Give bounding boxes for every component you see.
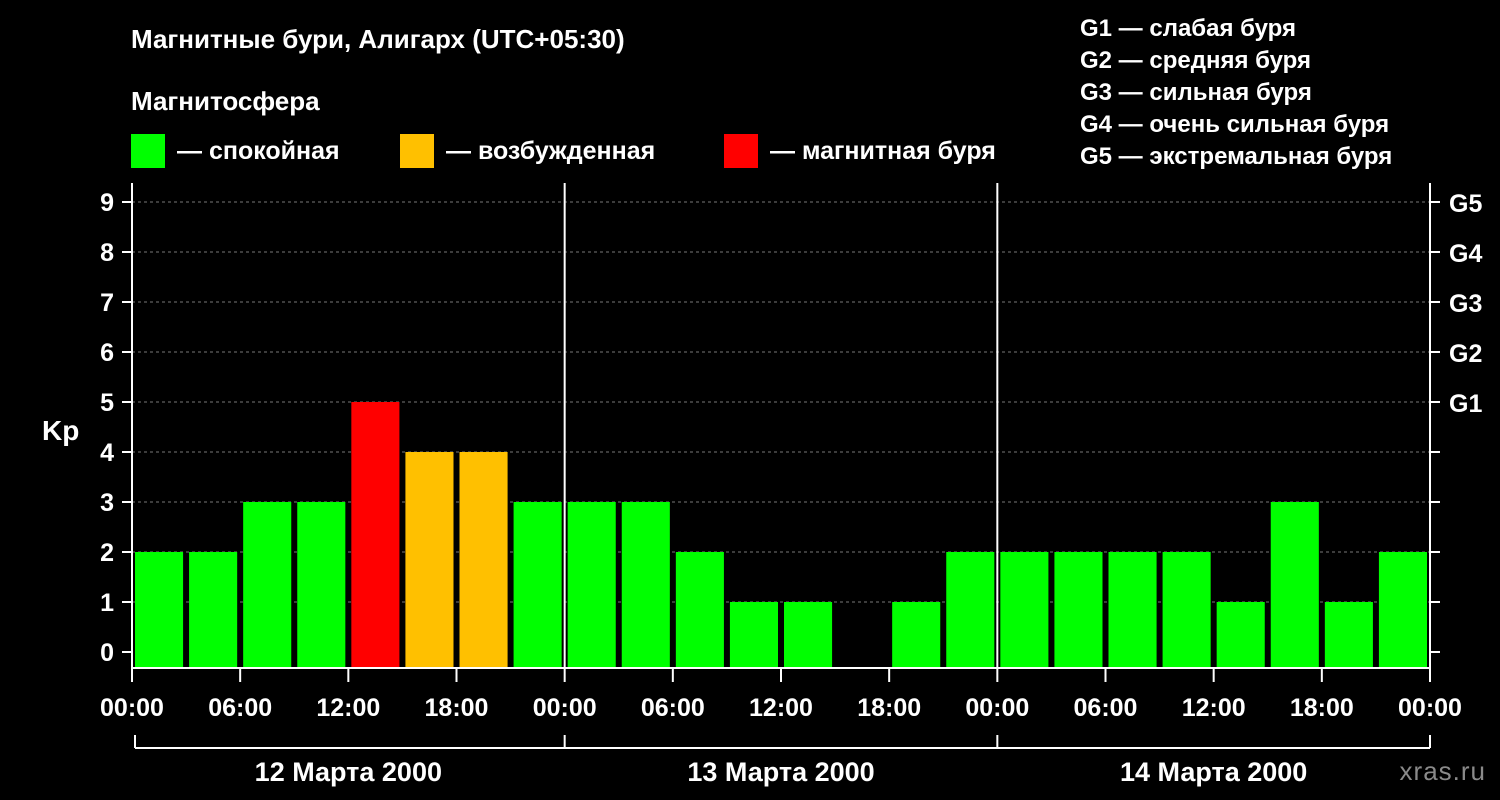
kp-bar <box>513 502 562 668</box>
kp-bar <box>784 602 833 668</box>
kp-bar <box>1270 502 1319 668</box>
y-tick-label: 3 <box>100 489 114 517</box>
y-tick-label: 8 <box>100 239 114 267</box>
kp-bar <box>567 502 616 668</box>
kp-bar <box>1378 552 1427 668</box>
x-tick-label: 00:00 <box>1398 694 1462 722</box>
kp-bar <box>946 552 995 668</box>
kp-bar <box>405 452 454 668</box>
day-label: 14 Марта 2000 <box>1120 757 1307 787</box>
kp-bar <box>459 452 508 668</box>
watermark: xras.ru <box>1399 756 1486 786</box>
day-label: 13 Марта 2000 <box>687 757 874 787</box>
kp-bar <box>297 502 346 668</box>
y-tick-label: 6 <box>100 339 114 367</box>
kp-bar <box>1054 552 1103 668</box>
kp-bar <box>135 552 184 668</box>
day-label: 12 Марта 2000 <box>255 757 442 787</box>
x-tick-label: 06:00 <box>208 694 272 722</box>
storm-level-label: G3 <box>1449 290 1482 318</box>
x-tick-label: 18:00 <box>1290 694 1354 722</box>
kp-bar <box>621 502 670 668</box>
x-tick-label: 00:00 <box>965 694 1029 722</box>
y-tick-label: 2 <box>100 539 114 567</box>
y-tick-label: 4 <box>100 439 114 467</box>
storm-level-label: G1 <box>1449 390 1482 418</box>
kp-bar <box>1216 602 1265 668</box>
kp-bar <box>675 552 724 668</box>
storm-level-label: G5 <box>1449 190 1482 218</box>
kp-bar <box>729 602 778 668</box>
y-tick-label: 9 <box>100 189 114 217</box>
x-tick-label: 18:00 <box>425 694 489 722</box>
storm-level-label: G2 <box>1449 340 1482 368</box>
kp-bar <box>351 402 400 668</box>
kp-bar <box>1324 602 1373 668</box>
x-tick-label: 12:00 <box>316 694 380 722</box>
storm-level-label: G4 <box>1449 240 1482 268</box>
y-axis-label: Kp <box>42 415 79 446</box>
kp-bar <box>1000 552 1049 668</box>
kp-bar <box>243 502 292 668</box>
kp-bar <box>892 602 941 668</box>
x-tick-label: 06:00 <box>641 694 705 722</box>
x-tick-label: 12:00 <box>749 694 813 722</box>
kp-bar <box>189 552 238 668</box>
y-tick-label: 1 <box>100 589 114 617</box>
x-tick-label: 18:00 <box>857 694 921 722</box>
kp-bar <box>1162 552 1211 668</box>
y-tick-label: 7 <box>100 289 114 317</box>
x-tick-label: 06:00 <box>1074 694 1138 722</box>
x-tick-label: 00:00 <box>100 694 164 722</box>
y-tick-label: 5 <box>100 389 114 417</box>
kp-bar <box>1108 552 1157 668</box>
y-tick-label: 0 <box>100 639 114 667</box>
x-tick-label: 12:00 <box>1182 694 1246 722</box>
kp-bar-chart: 0 1 2 3 4 5 6 7 8 9 G1 G2 G3 G4 G5 Kp 00:00 06:00 12:00 18:… <box>42 183 1482 787</box>
x-tick-label: 00:00 <box>533 694 597 722</box>
